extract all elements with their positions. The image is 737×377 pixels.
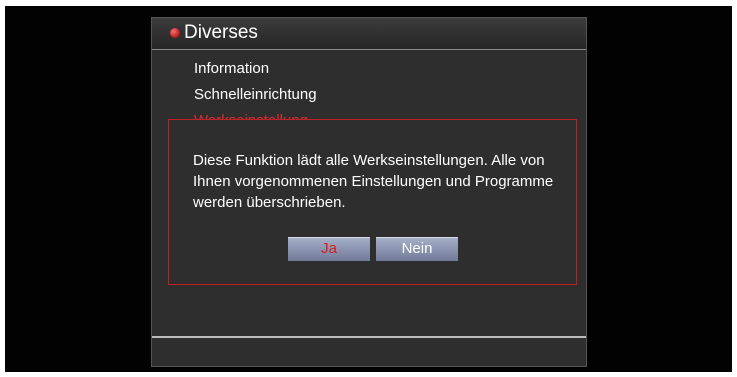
menu-header: Diverses — [152, 18, 586, 50]
no-button[interactable]: Nein — [376, 237, 458, 261]
bullet-icon — [170, 28, 180, 38]
menu-title: Diverses — [184, 22, 258, 43]
menu-item-quick-setup[interactable]: Schnelleinrichtung — [194, 86, 317, 103]
dialog-message: Diese Funktion lädt alle Werkseinstellun… — [193, 152, 554, 211]
menu-item-information[interactable]: Information — [194, 60, 269, 77]
yes-button[interactable]: Ja — [288, 237, 370, 261]
confirm-dialog: Diese Funktion lädt alle Werkseinstellun… — [168, 119, 577, 285]
footer-divider — [152, 336, 586, 338]
